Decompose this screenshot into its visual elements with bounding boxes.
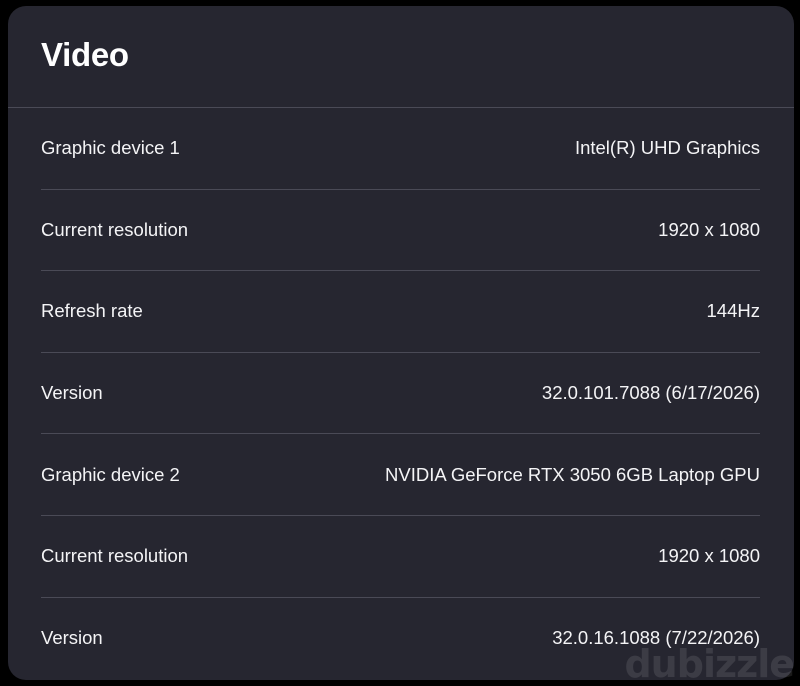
video-properties-list: Graphic device 1 Intel(R) UHD Graphics C… <box>41 108 760 679</box>
property-row-version-1: Version 32.0.101.7088 (6/17/2026) <box>41 353 760 435</box>
property-row-graphic-device-1: Graphic device 1 Intel(R) UHD Graphics <box>41 108 760 190</box>
property-row-refresh-rate: Refresh rate 144Hz <box>41 271 760 353</box>
property-label: Version <box>41 627 103 649</box>
property-value: NVIDIA GeForce RTX 3050 6GB Laptop GPU <box>385 463 760 485</box>
property-row-graphic-device-2: Graphic device 2 NVIDIA GeForce RTX 3050… <box>41 434 760 516</box>
video-info-panel: Video Graphic device 1 Intel(R) UHD Grap… <box>8 6 794 680</box>
property-value: Intel(R) UHD Graphics <box>574 137 760 159</box>
property-label: Version <box>41 382 103 404</box>
dubizzle-watermark: dubizzle <box>624 642 795 686</box>
property-value: 1920 x 1080 <box>658 545 760 567</box>
property-label: Current resolution <box>41 218 189 240</box>
property-label: Graphic device 1 <box>41 137 180 159</box>
property-value: 1920 x 1080 <box>658 218 760 240</box>
property-label: Graphic device 2 <box>41 463 180 485</box>
property-label: Current resolution <box>41 545 189 567</box>
property-label: Refresh rate <box>41 300 143 322</box>
property-row-current-resolution-2: Current resolution 1920 x 1080 <box>41 516 760 598</box>
property-row-current-resolution-1: Current resolution 1920 x 1080 <box>41 190 760 272</box>
property-value: 32.0.101.7088 (6/17/2026) <box>541 382 760 404</box>
screenshot-frame: Video Graphic device 1 Intel(R) UHD Grap… <box>0 0 800 686</box>
property-value: 144Hz <box>706 300 760 322</box>
panel-header: Video <box>8 6 794 108</box>
panel-title: Video <box>41 36 129 73</box>
